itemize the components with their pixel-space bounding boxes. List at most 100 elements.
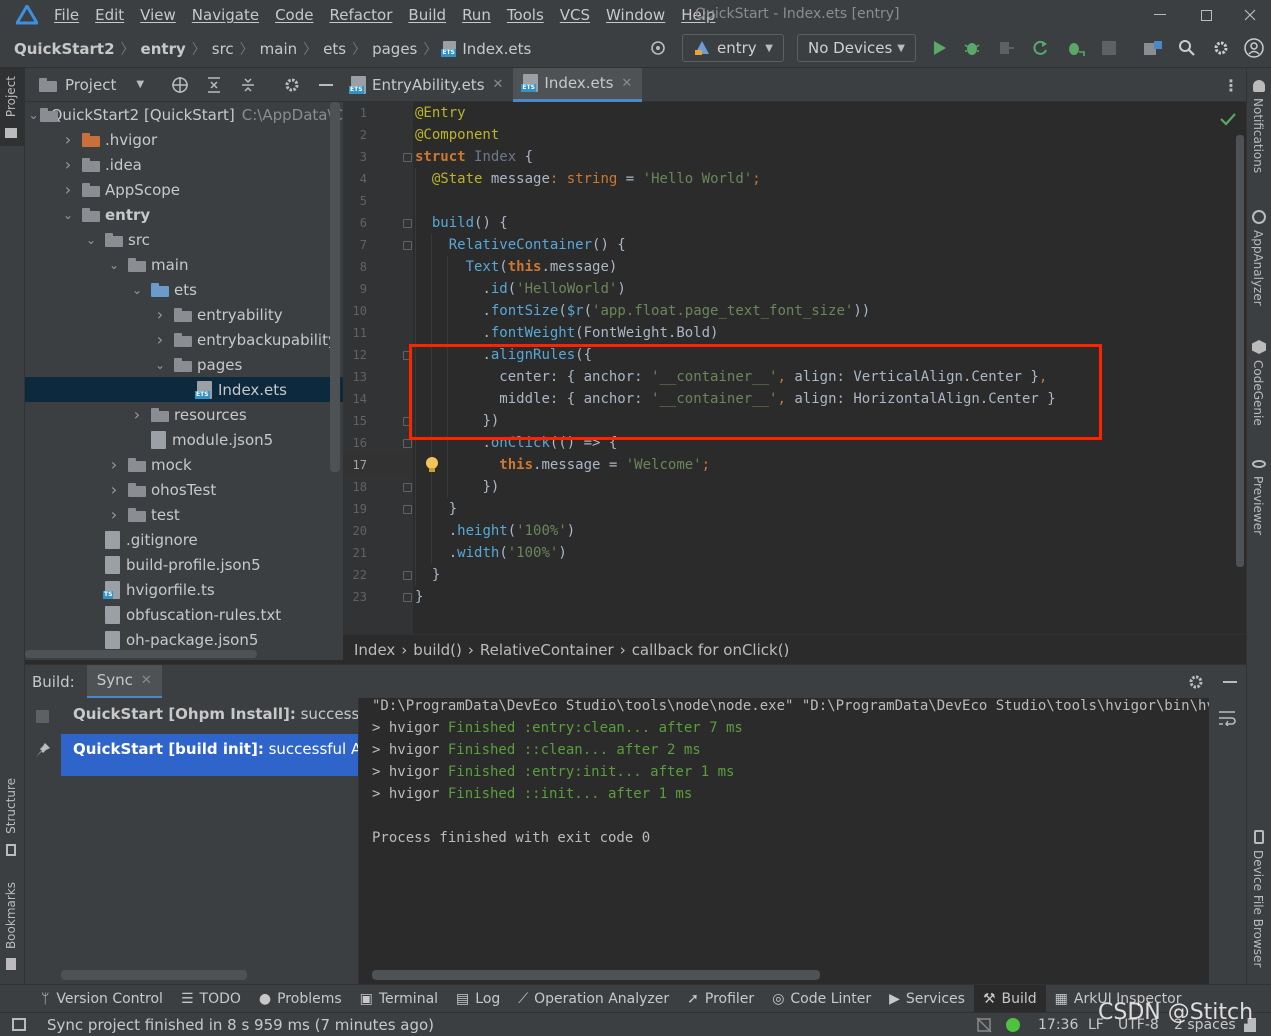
tool-todo[interactable]: ☰ TODO <box>172 985 250 1013</box>
editor-scrollbar[interactable] <box>1236 135 1244 567</box>
chevron-right-icon[interactable]: › <box>60 155 76 174</box>
tab-sync[interactable]: Sync ✕ <box>86 664 162 699</box>
tool-log[interactable]: ▤ Log <box>447 985 509 1013</box>
tool-operation-analyzer[interactable]: ⟋ Operation Analyzer <box>509 985 678 1013</box>
breadcrumb-src[interactable]: src <box>212 40 234 58</box>
status-time[interactable]: 17:36 <box>1038 1017 1078 1033</box>
tree-item-ohostest[interactable]: › ohosTest <box>25 477 343 502</box>
tree-item--gitignore[interactable]: .gitignore <box>25 527 343 552</box>
tree-item-ets[interactable]: ⌄ ets <box>25 277 343 302</box>
menu-window[interactable]: Window <box>606 6 665 24</box>
tree-item-pages[interactable]: ⌄ pages <box>25 352 343 377</box>
chevron-down-icon[interactable]: ⌄ <box>60 208 76 222</box>
hide-panel-icon[interactable] <box>1219 672 1241 692</box>
project-view-select[interactable]: Project ▼ <box>25 76 144 94</box>
chevron-right-icon[interactable]: › <box>129 405 145 424</box>
tool-window-project[interactable]: Project <box>0 68 24 146</box>
layout-icon[interactable] <box>12 1018 26 1031</box>
chevron-right-icon[interactable]: › <box>60 130 76 149</box>
menu-vcs[interactable]: VCS <box>560 6 590 24</box>
project-tree-scrollbar[interactable] <box>330 102 340 472</box>
attach-debugger-icon[interactable] <box>995 37 1017 59</box>
close-button[interactable] <box>1230 0 1270 30</box>
breadcrumb-ets[interactable]: ets <box>323 40 346 58</box>
project-tree-hscrollbar[interactable] <box>25 650 257 658</box>
maximize-button[interactable] <box>1186 0 1226 30</box>
chevron-down-icon[interactable]: ⌄ <box>29 108 39 122</box>
run-icon[interactable] <box>929 37 951 59</box>
fold-marker-icon[interactable] <box>403 439 412 448</box>
tab-index[interactable]: ETS Index.ets ✕ <box>513 67 643 102</box>
minimize-button[interactable] <box>1140 0 1180 30</box>
chevron-right-icon[interactable]: › <box>106 480 122 499</box>
debug-icon[interactable] <box>961 37 983 59</box>
tool-terminal[interactable]: ▣ Terminal <box>351 985 447 1013</box>
power-save-icon[interactable] <box>976 1017 992 1033</box>
tab-entryability[interactable]: ETS EntryAbility.ets ✕ <box>343 68 513 102</box>
tree-item-obfuscation-rules-txt[interactable]: obfuscation-rules.txt <box>25 602 343 627</box>
menu-navigate[interactable]: Navigate <box>192 6 259 24</box>
tree-item-entryability[interactable]: › entryability <box>25 302 343 327</box>
crumb-onclick[interactable]: callback for onClick() <box>632 641 790 659</box>
collapse-all-icon[interactable] <box>237 75 259 95</box>
chevron-right-icon[interactable]: › <box>152 330 168 349</box>
chevron-down-icon[interactable]: ⌄ <box>106 258 122 272</box>
fold-marker-icon[interactable] <box>403 505 412 514</box>
expand-all-icon[interactable] <box>203 75 225 95</box>
chevron-down-icon[interactable]: ⌄ <box>152 358 168 372</box>
menu-build[interactable]: Build <box>408 6 446 24</box>
tree-item-resources[interactable]: › resources <box>25 402 343 427</box>
tab-menu-icon[interactable]: ⋮ <box>1223 76 1239 95</box>
close-tab-icon[interactable]: ✕ <box>621 76 632 91</box>
tool-services[interactable]: ▶ Services <box>880 985 974 1013</box>
build-output-console[interactable]: "D:\ProgramData\DevEco Studio\tools\node… <box>359 698 1209 984</box>
build-tree-hscrollbar[interactable] <box>61 970 247 980</box>
chevron-right-icon[interactable]: › <box>106 505 122 524</box>
chevron-down-icon[interactable]: ⌄ <box>129 283 145 297</box>
tool-profiler[interactable]: ➚ Profiler <box>678 985 763 1013</box>
project-structure-icon[interactable] <box>1142 37 1164 59</box>
connection-status-icon[interactable] <box>1006 1018 1020 1032</box>
settings-gear-icon[interactable] <box>1210 37 1232 59</box>
menu-edit[interactable]: Edit <box>95 6 124 24</box>
build-task-init[interactable]: QuickStart [build init]: successful At 2… <box>61 734 358 776</box>
settings-gear-icon[interactable] <box>1185 672 1207 692</box>
account-icon[interactable] <box>1243 37 1265 59</box>
tool-window-codegenie[interactable]: CodeGenie <box>1247 338 1271 438</box>
tool-build[interactable]: ⚒ Build <box>973 984 1046 1013</box>
fold-marker-icon[interactable] <box>403 593 412 602</box>
search-icon[interactable] <box>1176 37 1198 59</box>
chevron-down-icon[interactable]: ⌄ <box>83 233 99 247</box>
fold-marker-icon[interactable] <box>403 571 412 580</box>
menu-run[interactable]: Run <box>462 6 491 24</box>
close-tab-icon[interactable]: ✕ <box>493 77 504 92</box>
tool-code-linter[interactable]: ◎ Code Linter <box>763 985 880 1013</box>
tree-item-hvigorfile-ts[interactable]: TS hvigorfile.ts <box>25 577 343 602</box>
hide-panel-icon[interactable] <box>315 75 337 95</box>
tree-item-entry[interactable]: ⌄ entry <box>25 202 343 227</box>
fold-marker-icon[interactable] <box>403 241 412 250</box>
debug-attach-icon[interactable] <box>1063 37 1087 59</box>
close-tab-icon[interactable]: ✕ <box>141 673 152 688</box>
menu-view[interactable]: View <box>140 6 176 24</box>
tool-version-control[interactable]: ᛘ Version Control <box>32 985 172 1013</box>
tree-item-test[interactable]: › test <box>25 502 343 527</box>
device-select[interactable]: No Devices ▼ <box>797 34 916 62</box>
crumb-relativecontainer[interactable]: RelativeContainer <box>480 641 614 659</box>
tool-window-device-file-browser[interactable]: Device File Browser <box>1247 828 1271 968</box>
crumb-build[interactable]: build() <box>413 641 462 659</box>
breadcrumb-pages[interactable]: pages <box>372 40 417 58</box>
soft-wrap-icon[interactable] <box>1217 708 1237 728</box>
tool-window-structure[interactable]: Structure <box>0 776 24 860</box>
tool-window-previewer[interactable]: Previewer <box>1247 456 1271 542</box>
tree-item-src[interactable]: ⌄ src <box>25 227 343 252</box>
tree-item-mock[interactable]: › mock <box>25 452 343 477</box>
tree-root[interactable]: ⌄ QuickStart2 [QuickStart] C:\AppData\C <box>25 102 343 127</box>
module-select[interactable]: entry ▼ <box>682 34 784 62</box>
lightbulb-icon[interactable] <box>423 456 441 474</box>
locate-icon[interactable] <box>169 75 191 95</box>
tree-item-main[interactable]: ⌄ main <box>25 252 343 277</box>
breadcrumb-file[interactable]: Index.ets <box>462 40 531 58</box>
chevron-right-icon[interactable]: › <box>152 305 168 324</box>
options-gear-icon[interactable] <box>281 75 303 95</box>
